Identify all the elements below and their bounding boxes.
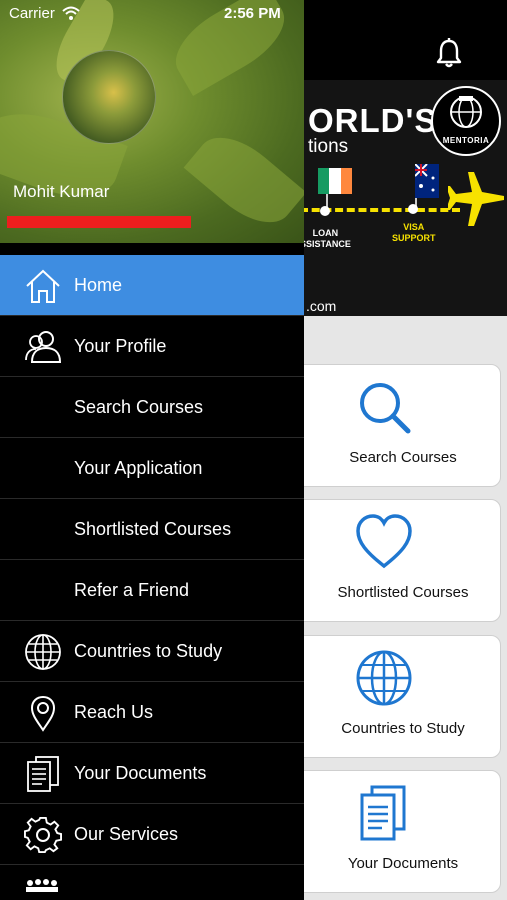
- redacted-email: [7, 216, 191, 228]
- banner-title: ORLD'S: [308, 102, 438, 139]
- document-icon: [360, 785, 406, 841]
- user-name: Mohit Kumar: [13, 182, 110, 201]
- mentoria-logo: [431, 86, 501, 156]
- gear-icon: [24, 816, 62, 854]
- drawer-menu: Home Your Profile Search Courses Your Ap…: [0, 255, 304, 865]
- banner-subtitle: tions: [308, 136, 349, 157]
- loan-assistance-label: LOAN SSISTANCE: [300, 228, 351, 249]
- menu-label: Reach Us: [74, 702, 154, 722]
- bell-icon[interactable]: [436, 38, 462, 68]
- carrier-label: Carrier: [9, 5, 55, 22]
- globe-icon: [25, 634, 61, 670]
- tile-label: Your Documents: [347, 855, 459, 872]
- menu-label: Home: [74, 275, 123, 295]
- banner-url: .com: [306, 298, 337, 314]
- globe-logo-icon: [450, 96, 482, 128]
- tile-label: Shortlisted Courses: [337, 584, 469, 601]
- search-icon: [360, 383, 411, 434]
- map-pin: [320, 206, 330, 216]
- wifi-icon: [62, 6, 80, 20]
- heart-icon: [356, 514, 412, 569]
- side-drawer: Mohit Kumar Home Your Profile Search Cou…: [0, 0, 304, 900]
- map-pin: [408, 204, 418, 214]
- globe-icon: [356, 650, 412, 706]
- menu-item-your-profile[interactable]: Your Profile: [0, 316, 304, 377]
- tile-label: Countries to Study: [341, 720, 465, 737]
- menu-item-search-courses[interactable]: Search Courses: [0, 377, 304, 438]
- menu-label: Your Application: [74, 458, 203, 478]
- promo-banner[interactable]: ORLD'S tions MENTORIA LOAN SSISTANCE VIS…: [300, 80, 507, 316]
- menu-item-refer-a-friend[interactable]: Refer a Friend: [0, 560, 304, 621]
- drawer-header: Mohit Kumar: [0, 0, 304, 243]
- background-leaf: [183, 121, 304, 239]
- airplane-icon: [448, 172, 504, 226]
- menu-label: Your Documents: [74, 763, 207, 783]
- home-icon: [26, 269, 60, 303]
- team-icon: [26, 879, 58, 892]
- ireland-flag-icon: [318, 168, 352, 194]
- document-icon: [27, 756, 59, 792]
- menu-label: Our Services: [74, 824, 179, 844]
- menu-item-your-documents[interactable]: Your Documents: [0, 743, 304, 804]
- menu-item-countries-to-study[interactable]: Countries to Study: [0, 621, 304, 682]
- menu-label: Refer a Friend: [74, 580, 190, 600]
- status-time: 2:56 PM: [224, 5, 281, 22]
- status-bar: Carrier 2:56 PM: [0, 0, 507, 26]
- menu-item-reach-us[interactable]: Reach Us: [0, 682, 304, 743]
- logo-text: MENTORIA: [442, 136, 490, 145]
- menu-item-your-application[interactable]: Your Application: [0, 438, 304, 499]
- menu-label: Search Courses: [74, 397, 204, 417]
- profile-icon: [25, 331, 62, 363]
- australia-flag-icon: [414, 163, 439, 198]
- menu-item-our-services[interactable]: Our Services: [0, 804, 304, 865]
- menu-item-home[interactable]: Home: [0, 255, 304, 316]
- menu-label: Your Profile: [74, 336, 167, 356]
- menu-item-shortlisted-courses[interactable]: Shortlisted Courses: [0, 499, 304, 560]
- menu-label: Shortlisted Courses: [74, 519, 232, 539]
- location-pin-icon: [30, 695, 56, 732]
- visa-support-label: VISA SUPPORT: [392, 222, 436, 243]
- tile-label: Search Courses: [349, 449, 457, 466]
- menu-label: Countries to Study: [74, 641, 223, 661]
- avatar[interactable]: [62, 50, 156, 144]
